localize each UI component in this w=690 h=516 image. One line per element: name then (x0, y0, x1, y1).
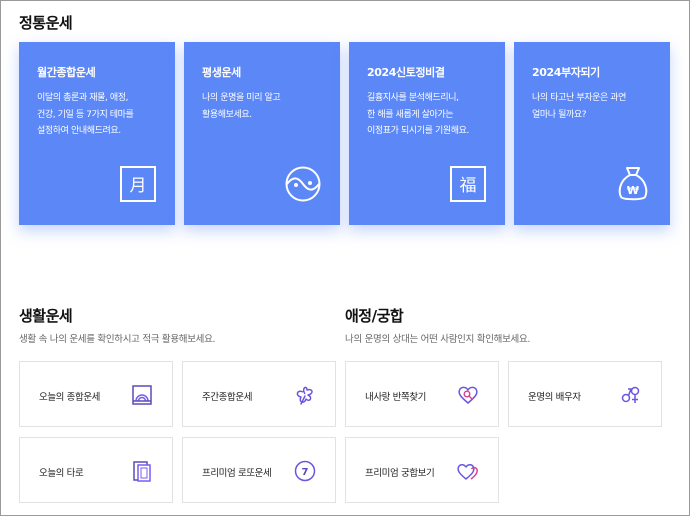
card-become-rich[interactable]: 2024부자되기 나의 타고난 부자운은 과연 얼마나 될까요? ₩ (514, 42, 670, 225)
tile-label: 프리미엄 로또운세 (202, 468, 272, 479)
love-section-subtitle: 나의 운명의 상대는 어떤 사람인지 확인해보세요. (345, 334, 531, 345)
love-section-title: 애정/궁합 (345, 307, 404, 325)
tile-label: 프리미엄 궁합보기 (365, 468, 435, 479)
sunrise-frame-icon (132, 385, 152, 405)
tarot-cards-icon (133, 461, 151, 482)
card-title: 평생운세 (202, 66, 241, 79)
heart-search-icon (458, 386, 478, 404)
card-description: 길흉지사를 분석해드리니, 한 해를 새롭게 살아가는 이정표가 되시기를 기원… (367, 93, 469, 136)
fortune-section-title: 정통운세 (19, 14, 73, 32)
tile-label: 오늘의 종합운세 (39, 392, 100, 403)
tile-label: 오늘의 타로 (39, 468, 84, 479)
tile-today-fortune[interactable]: 오늘의 종합운세 (19, 361, 173, 427)
svg-text:月: 月 (130, 176, 147, 196)
double-heart-icon (457, 464, 478, 480)
life-section-subtitle: 생활 속 나의 운세를 확인하시고 적극 활용해보세요. (19, 334, 216, 345)
card-title: 2024신토정비결 (367, 66, 445, 79)
card-tojeong-fortune[interactable]: 2024신토정비결 길흉지사를 분석해드리니, 한 해를 새롭게 살아가는 이정… (349, 42, 505, 225)
yin-yang-icon (285, 166, 321, 202)
life-section-title: 생활운세 (19, 307, 73, 325)
card-description: 나의 운명을 미리 알고 활용해보세요. (202, 93, 281, 120)
card-description: 이달의 총론과 재물, 애정, 건강, 기일 등 7가지 테마를 설정하여 안내… (37, 93, 134, 136)
tile-find-soulmate[interactable]: 내사랑 반쪽찾기 (345, 361, 499, 427)
card-title: 월간종합운세 (37, 66, 96, 79)
money-bag-icon: ₩ (618, 167, 648, 201)
tile-today-tarot[interactable]: 오늘의 타로 (19, 437, 173, 503)
tile-destined-spouse[interactable]: 운명의 배우자 (508, 361, 662, 427)
card-title: 2024부자되기 (532, 66, 600, 79)
gender-couple-icon (621, 386, 640, 403)
svg-text:₩: ₩ (627, 184, 639, 197)
fortune-bok-icon: 福 (450, 166, 486, 202)
tile-weekly-fortune[interactable]: 주간종합운세 (182, 361, 336, 427)
card-description: 나의 타고난 부자운은 과연 얼마나 될까요? (532, 93, 627, 120)
calendar-month-icon: 月 (120, 166, 156, 202)
card-lifetime-fortune[interactable]: 평생운세 나의 운명을 미리 알고 활용해보세요. (184, 42, 340, 225)
svg-text:福: 福 (460, 176, 477, 196)
tile-label: 내사랑 반쪽찾기 (365, 392, 426, 403)
tile-premium-lotto[interactable]: 프리미엄 로또운세 7 (182, 437, 336, 503)
clover-icon (296, 386, 313, 405)
tile-label: 주간종합운세 (202, 392, 253, 403)
lotto-ball-icon: 7 (294, 460, 316, 482)
tile-premium-compatibility[interactable]: 프리미엄 궁합보기 (345, 437, 499, 503)
card-monthly-fortune[interactable]: 월간종합운세 이달의 총론과 재물, 애정, 건강, 기일 등 7가지 테마를 … (19, 42, 175, 225)
tile-label: 운명의 배우자 (528, 392, 581, 403)
svg-text:7: 7 (302, 467, 309, 478)
